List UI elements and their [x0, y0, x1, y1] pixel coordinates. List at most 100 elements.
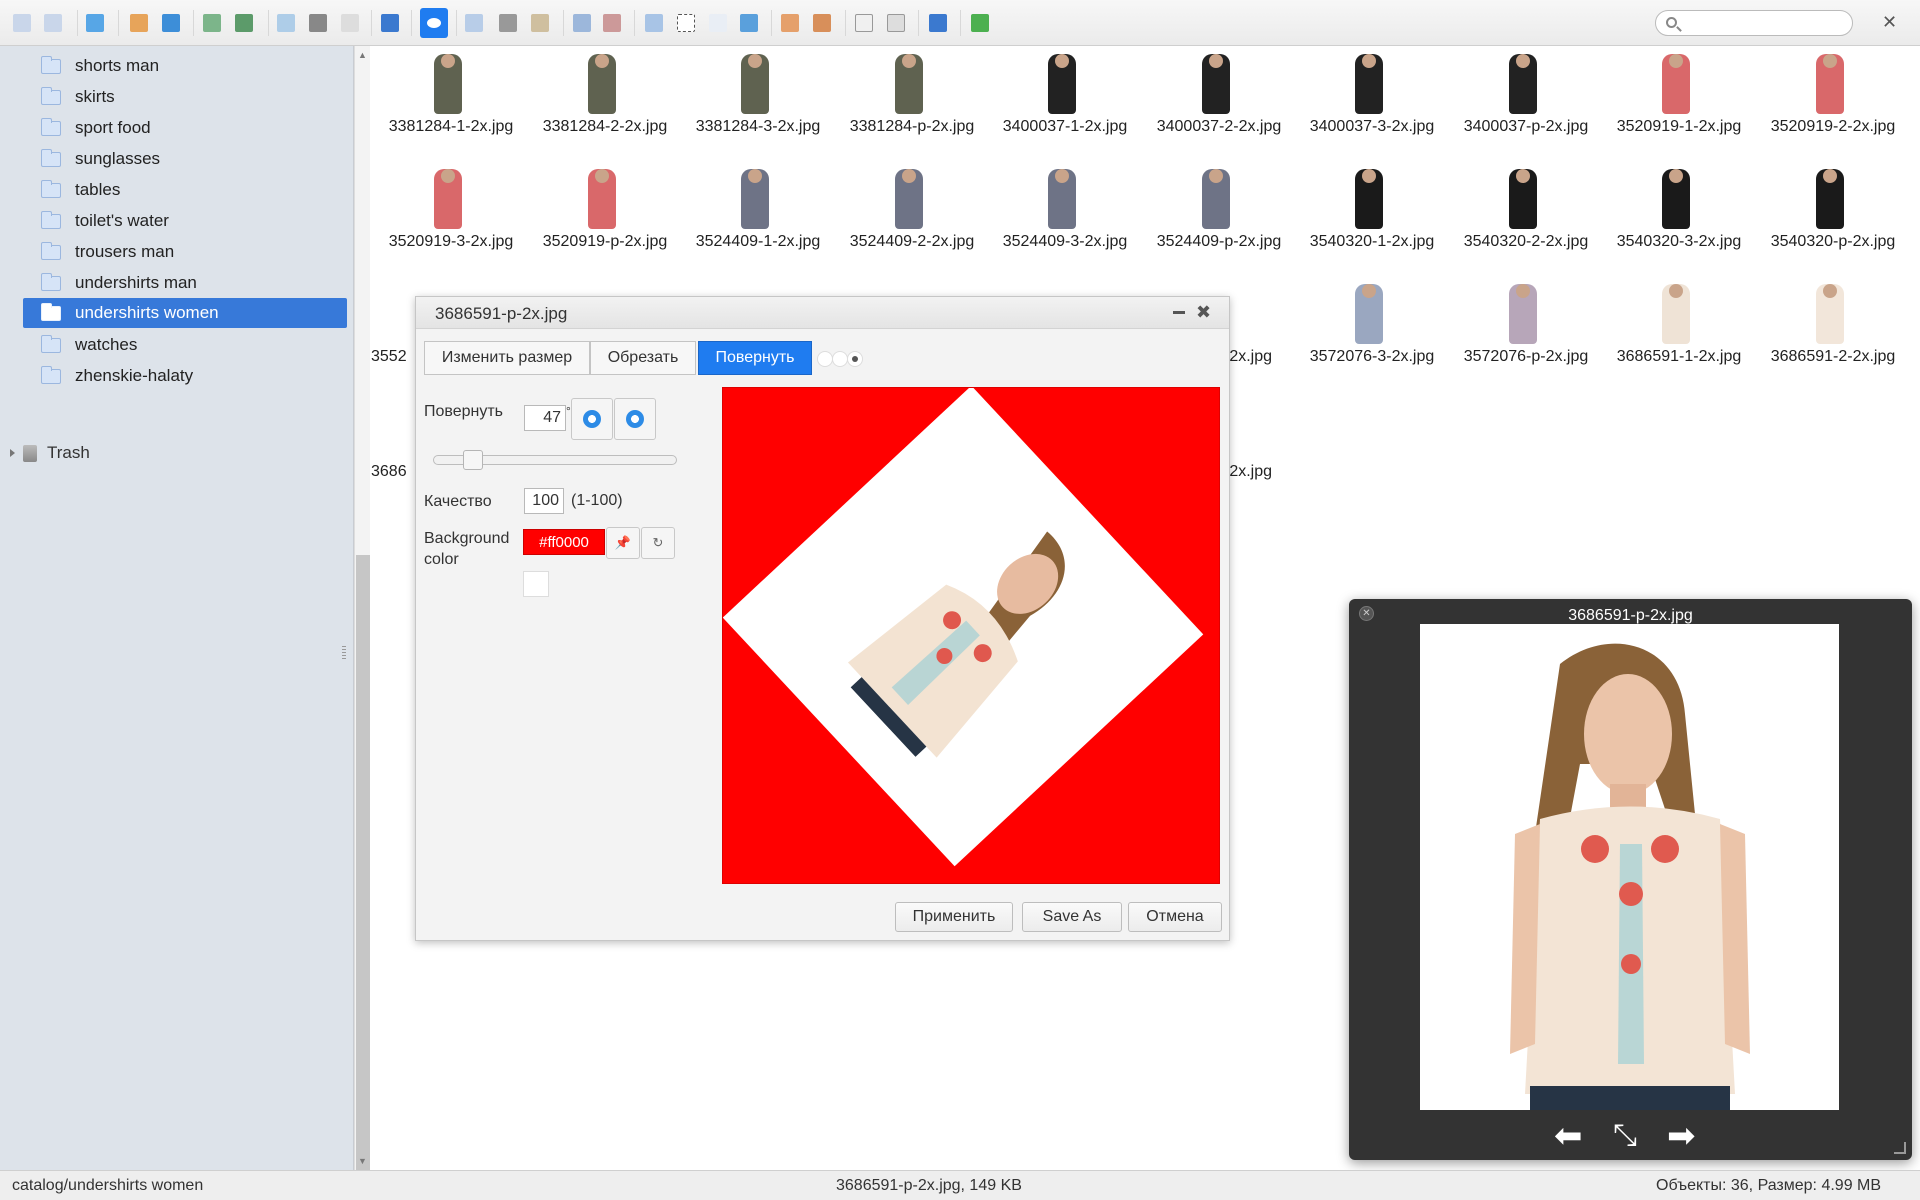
search-input[interactable] [1655, 10, 1853, 36]
info-icon[interactable] [378, 11, 402, 35]
file-item[interactable]: 3400037-3-2x.jpg [1292, 46, 1444, 156]
fullscreen-icon[interactable] [968, 11, 992, 35]
file-item[interactable]: 3520919-2-2x.jpg [1753, 46, 1905, 156]
file-item[interactable]: 3524409-2-2x.jpg [832, 161, 984, 271]
file-item[interactable]: 3524409-p-2x.jpg [1139, 161, 1291, 271]
newfolder-icon[interactable] [778, 11, 802, 35]
reset-icon: ↻ [652, 535, 664, 550]
copy-icon[interactable] [274, 11, 298, 35]
scroll-up-icon[interactable]: ▲ [358, 50, 367, 60]
file-item[interactable]: 3524409-1-2x.jpg [678, 161, 830, 271]
view-icon[interactable] [420, 8, 448, 38]
extract-icon[interactable] [600, 11, 624, 35]
apply-button[interactable]: Применить [895, 902, 1013, 932]
tab-crop[interactable]: Обрезать [590, 341, 696, 375]
thumbnail-image [1042, 54, 1082, 114]
file-item[interactable]: 3572076-p-2x.jpg [1446, 276, 1598, 386]
select-all-icon[interactable] [674, 11, 698, 35]
file-item[interactable]: 3520919-3-2x.jpg [371, 161, 523, 271]
reset-color-button[interactable]: ↻ [641, 527, 675, 559]
forward-icon[interactable] [41, 11, 65, 35]
close-icon[interactable]: ✖ [1196, 302, 1211, 323]
save-icon[interactable] [232, 11, 256, 35]
file-item[interactable]: 3572076-3-2x.jpg [1292, 276, 1444, 386]
sidebar-item-watches[interactable]: watches [23, 330, 347, 360]
sidebar-item-undershirts-man[interactable]: undershirts man [23, 268, 347, 298]
home-icon[interactable] [127, 11, 151, 35]
archive-icon[interactable] [570, 11, 594, 35]
background-color-input[interactable]: #ff0000 [523, 529, 605, 555]
rotate-preview-canvas[interactable] [722, 387, 1220, 884]
cancel-button[interactable]: Отмена [1128, 902, 1222, 932]
previous-arrow-icon[interactable]: ⬅ [1554, 1119, 1583, 1153]
dialog-titlebar[interactable]: 3686591-p-2x.jpg ✖ [416, 297, 1229, 329]
file-item[interactable]: 3540320-1-2x.jpg [1292, 161, 1444, 271]
file-item[interactable]: 3540320-p-2x.jpg [1753, 161, 1905, 271]
paste-icon[interactable] [306, 11, 330, 35]
help-icon[interactable] [926, 11, 950, 35]
cut-icon[interactable] [496, 11, 520, 35]
save-as-button[interactable]: Save As [1022, 902, 1122, 932]
sidebar-item-trousers-man[interactable]: trousers man [23, 237, 347, 267]
reload-icon[interactable] [83, 11, 107, 35]
sidebar-item-sunglasses[interactable]: sunglasses [23, 144, 347, 174]
upload-icon[interactable] [810, 11, 834, 35]
sidebar-item-zhenskie-halaty[interactable]: zhenskie-halaty [23, 361, 347, 391]
window-icon[interactable] [852, 11, 876, 35]
rotate-degree-input[interactable]: 47 [524, 405, 566, 431]
fullscreen-toggle-icon[interactable]: ⤡ [1613, 1119, 1637, 1153]
file-item[interactable]: 3540320-3-2x.jpg [1599, 161, 1751, 271]
scrollbar-thumb[interactable] [356, 555, 370, 1170]
tab-rotate[interactable]: Повернуть [698, 341, 812, 375]
file-item[interactable]: 3400037-1-2x.jpg [985, 46, 1137, 156]
file-item[interactable]: 3381284-3-2x.jpg [678, 46, 830, 156]
file-item[interactable]: 3381284-p-2x.jpg [832, 46, 984, 156]
file-item[interactable]: 3400037-2-2x.jpg [1139, 46, 1291, 156]
close-icon[interactable]: ✕ [1882, 12, 1897, 33]
sidebar-resize-handle[interactable] [342, 646, 346, 660]
sidebar-item-toilets-water[interactable]: toilet's water [23, 206, 347, 236]
file-item[interactable]: 3381284-1-2x.jpg [371, 46, 523, 156]
edit-icon[interactable] [706, 11, 730, 35]
scroll-down-icon[interactable]: ▼ [358, 1156, 367, 1166]
color-swatch[interactable] [523, 571, 549, 597]
rotate-slider[interactable] [433, 450, 677, 470]
sidebar-item-sport-food[interactable]: sport food [23, 113, 347, 143]
option-radio[interactable] [817, 351, 833, 367]
file-item[interactable]: 3520919-p-2x.jpg [525, 161, 677, 271]
tab-resize[interactable]: Изменить размер [424, 341, 590, 375]
minimize-icon[interactable] [1173, 311, 1185, 314]
sidebar-item-skirts[interactable]: skirts [23, 82, 347, 112]
expand-arrow-icon[interactable] [10, 449, 15, 457]
slider-handle[interactable] [462, 450, 483, 470]
up-icon[interactable] [159, 11, 183, 35]
rename-icon[interactable] [642, 11, 666, 35]
file-item[interactable]: 3520919-1-2x.jpg [1599, 46, 1751, 156]
resize-grip-icon[interactable] [1894, 1142, 1906, 1154]
sidebar-item-shorts-man[interactable]: shorts man [23, 51, 347, 81]
option-radio-selected[interactable] [847, 351, 863, 367]
rotate-left-button[interactable] [571, 398, 613, 440]
clipboard-icon[interactable] [528, 11, 552, 35]
file-item[interactable]: 3524409-3-2x.jpg [985, 161, 1137, 271]
resize-icon[interactable] [737, 11, 761, 35]
file-item[interactable]: 3686591-2-2x.jpg [1753, 276, 1905, 386]
duplicate-icon[interactable] [462, 11, 486, 35]
file-item[interactable]: 3381284-2-2x.jpg [525, 46, 677, 156]
option-radio[interactable] [832, 351, 848, 367]
select-icon[interactable] [338, 11, 362, 35]
file-item[interactable]: 3400037-p-2x.jpg [1446, 46, 1598, 156]
pin-color-button[interactable]: 📌 [606, 527, 640, 559]
sidebar-item-undershirts-women[interactable]: undershirts women [23, 298, 347, 328]
file-item[interactable]: 3686591-1-2x.jpg [1599, 276, 1751, 386]
rotate-right-button[interactable] [614, 398, 656, 440]
sidebar-item-trash[interactable]: Trash [10, 441, 90, 465]
next-arrow-icon[interactable]: ➡ [1667, 1119, 1696, 1153]
file-item[interactable]: 3540320-2-2x.jpg [1446, 161, 1598, 271]
sidebar-item-tables[interactable]: tables [23, 175, 347, 205]
back-icon[interactable] [10, 11, 34, 35]
sidebar-scrollbar[interactable]: ▲ ▼ [354, 46, 370, 1170]
quality-input[interactable]: 100 [524, 488, 564, 514]
preview-icon[interactable] [884, 11, 908, 35]
open-icon[interactable] [200, 11, 224, 35]
